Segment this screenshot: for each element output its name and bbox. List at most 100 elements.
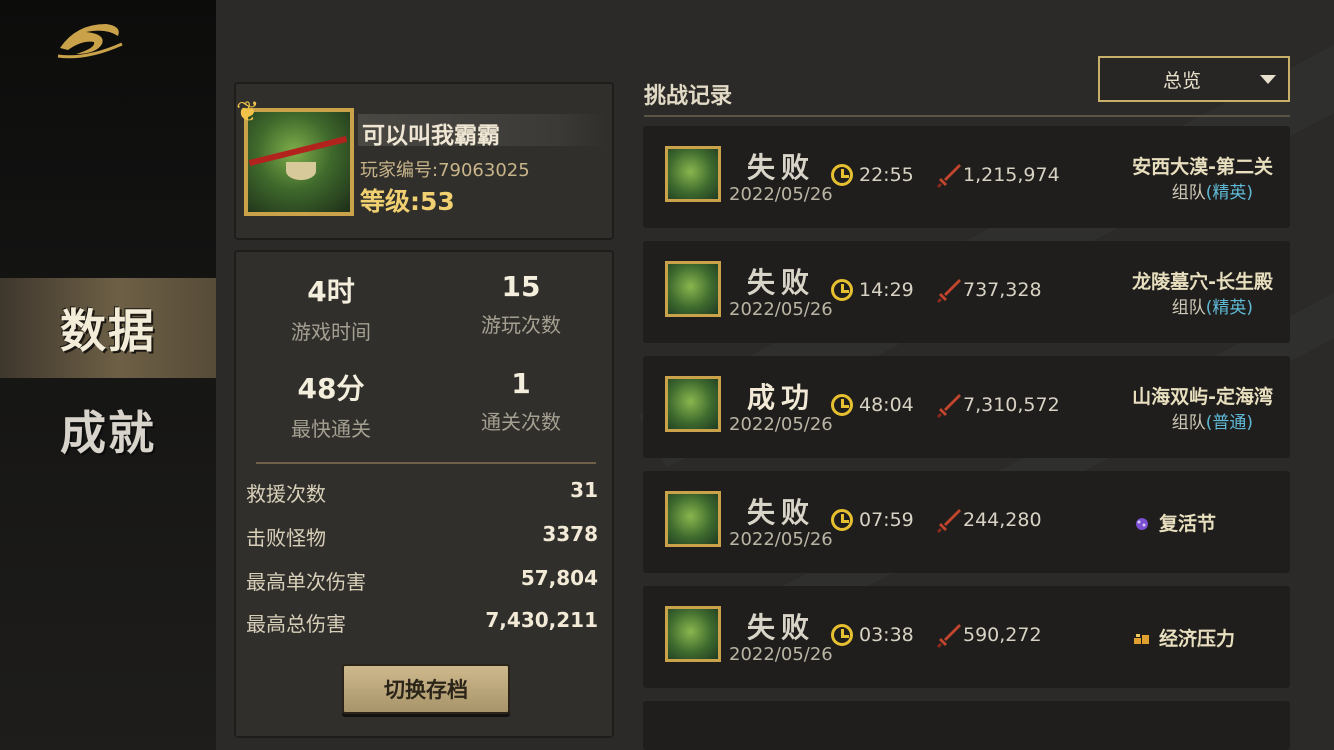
record-time: 07:59 <box>859 509 914 531</box>
record-time: 48:04 <box>859 394 914 416</box>
stat-row-max-hit: 最高单次伤害 57,804 <box>246 566 598 595</box>
record-result: 成功 <box>746 381 815 414</box>
record-result: 失败 <box>746 496 815 529</box>
stat-value: 15 <box>501 270 541 303</box>
stat-row-label: 最高单次伤害 <box>246 570 366 594</box>
stat-row-label: 击败怪物 <box>246 526 326 550</box>
record-date: 2022/05/26 <box>729 299 833 320</box>
record-row[interactable]: 失败 2022/05/26 14:29 737,328 龙陵墓穴-长生殿 组队(… <box>643 241 1290 343</box>
dropdown-selected-value: 总览 <box>1162 69 1201 92</box>
record-mode-prefix: 组队 <box>1171 413 1206 433</box>
record-result: 失败 <box>746 611 815 644</box>
avatar <box>665 261 721 317</box>
stat-row-label: 最高总伤害 <box>246 612 346 636</box>
record-damage: 590,272 <box>963 624 1042 646</box>
clock-icon <box>831 164 853 186</box>
record-row[interactable] <box>643 701 1290 750</box>
record-mode-prefix: 组队 <box>1171 298 1206 318</box>
player-name: 可以叫我霸霸 <box>362 123 500 149</box>
sword-icon <box>937 279 961 303</box>
record-date: 2022/05/26 <box>729 184 833 205</box>
record-difficulty: (精英) <box>1205 298 1253 318</box>
record-row[interactable]: 成功 2022/05/26 48:04 7,310,572 山海双屿-定海湾 组… <box>643 356 1290 458</box>
record-event: 经济压力 <box>1133 624 1235 651</box>
records-filter-dropdown[interactable]: 总览 <box>1098 56 1290 102</box>
avatar <box>665 146 721 202</box>
stat-row-value: 57,804 <box>520 566 598 590</box>
record-time: 14:29 <box>859 279 914 301</box>
record-date: 2022/05/26 <box>729 644 833 665</box>
record-row[interactable]: 失败 2022/05/26 03:38 590,272 经济压力 <box>643 586 1290 688</box>
stat-label: 最快通关 <box>291 417 371 441</box>
stat-value: 4时 <box>307 275 355 308</box>
clock-icon <box>831 394 853 416</box>
record-difficulty: (精英) <box>1205 183 1253 203</box>
stat-row-rescues: 救援次数 31 <box>246 478 598 507</box>
record-event-label: 经济压力 <box>1159 628 1236 650</box>
record-mode: 组队(精英) <box>1083 178 1253 203</box>
stat-play-time: 4时 游戏时间 <box>236 270 426 345</box>
player-id: 玩家编号:79063025 <box>360 160 530 181</box>
record-result: 失败 <box>746 151 815 184</box>
knot-emblem-icon: ❦ <box>236 95 260 128</box>
profile-card: ❦ 可以叫我霸霸 玩家编号:79063025 等级:53 <box>234 82 614 240</box>
stat-row-max-total: 最高总伤害 7,430,211 <box>246 608 598 637</box>
sword-icon <box>937 509 961 533</box>
record-date: 2022/05/26 <box>729 529 833 550</box>
stat-label: 游玩次数 <box>481 313 561 337</box>
sidebar-item-label: 成就 <box>60 406 156 460</box>
divider <box>644 115 1290 117</box>
clock-icon <box>831 509 853 531</box>
clock-icon <box>831 279 853 301</box>
easter-egg-icon <box>1136 517 1148 530</box>
sidebar-item-label: 数据 <box>60 304 156 358</box>
chevron-down-icon <box>1260 74 1276 84</box>
record-time: 22:55 <box>859 164 914 186</box>
stat-row-label: 救援次数 <box>246 482 326 506</box>
stat-value: 48分 <box>297 372 365 405</box>
records-title: 挑战记录 <box>644 84 733 109</box>
record-damage: 1,215,974 <box>963 164 1060 186</box>
record-result: 失败 <box>746 266 815 299</box>
record-location: 山海双屿-定海湾 <box>1132 386 1273 408</box>
record-event: 复活节 <box>1133 509 1216 536</box>
record-event-label: 复活节 <box>1159 513 1217 535</box>
sidebar-item-data[interactable]: 数据 <box>0 278 216 378</box>
stat-play-count: 15 游玩次数 <box>426 270 616 338</box>
record-mode-prefix: 组队 <box>1171 183 1206 203</box>
record-mode: 组队(精英) <box>1083 293 1253 318</box>
record-row[interactable]: 失败 2022/05/26 22:55 1,215,974 安西大漠-第二关 组… <box>643 126 1290 228</box>
player-level: 等级:53 <box>360 187 455 216</box>
sidebar: 数据 成就 <box>0 0 216 750</box>
stat-row-value: 7,430,211 <box>485 608 598 632</box>
sword-icon <box>937 164 961 188</box>
sword-icon <box>937 394 961 418</box>
sword-icon <box>937 624 961 648</box>
record-mode: 组队(普通) <box>1083 408 1253 433</box>
stat-row-kills: 击败怪物 3378 <box>246 522 598 551</box>
switch-save-button[interactable]: 切换存档 <box>342 664 510 714</box>
avatar <box>665 491 721 547</box>
sidebar-item-achievements[interactable]: 成就 <box>0 380 216 480</box>
record-row[interactable]: 失败 2022/05/26 07:59 244,280 复活节 <box>643 471 1290 573</box>
divider <box>256 462 596 464</box>
record-time: 03:38 <box>859 624 914 646</box>
stat-value: 1 <box>511 367 531 400</box>
avatar <box>665 606 721 662</box>
record-location: 龙陵墓穴-长生殿 <box>1132 271 1273 293</box>
stat-row-value: 3378 <box>542 522 598 546</box>
record-damage: 737,328 <box>963 279 1042 301</box>
record-date: 2022/05/26 <box>729 414 833 435</box>
record-damage: 244,280 <box>963 509 1042 531</box>
game-logo-icon <box>57 24 123 59</box>
record-location: 安西大漠-第二关 <box>1132 156 1273 178</box>
stat-fastest-clear: 48分 最快通关 <box>236 367 426 442</box>
stat-row-value: 31 <box>570 478 598 502</box>
record-difficulty: (普通) <box>1205 413 1253 433</box>
stat-label: 游戏时间 <box>291 320 371 344</box>
clock-icon <box>831 624 853 646</box>
coins-icon <box>1134 633 1149 644</box>
stats-panel: 4时 游戏时间 15 游玩次数 48分 最快通关 1 通关次数 救援次数 31 … <box>234 250 614 738</box>
avatar <box>665 376 721 432</box>
stat-label: 通关次数 <box>481 410 561 434</box>
